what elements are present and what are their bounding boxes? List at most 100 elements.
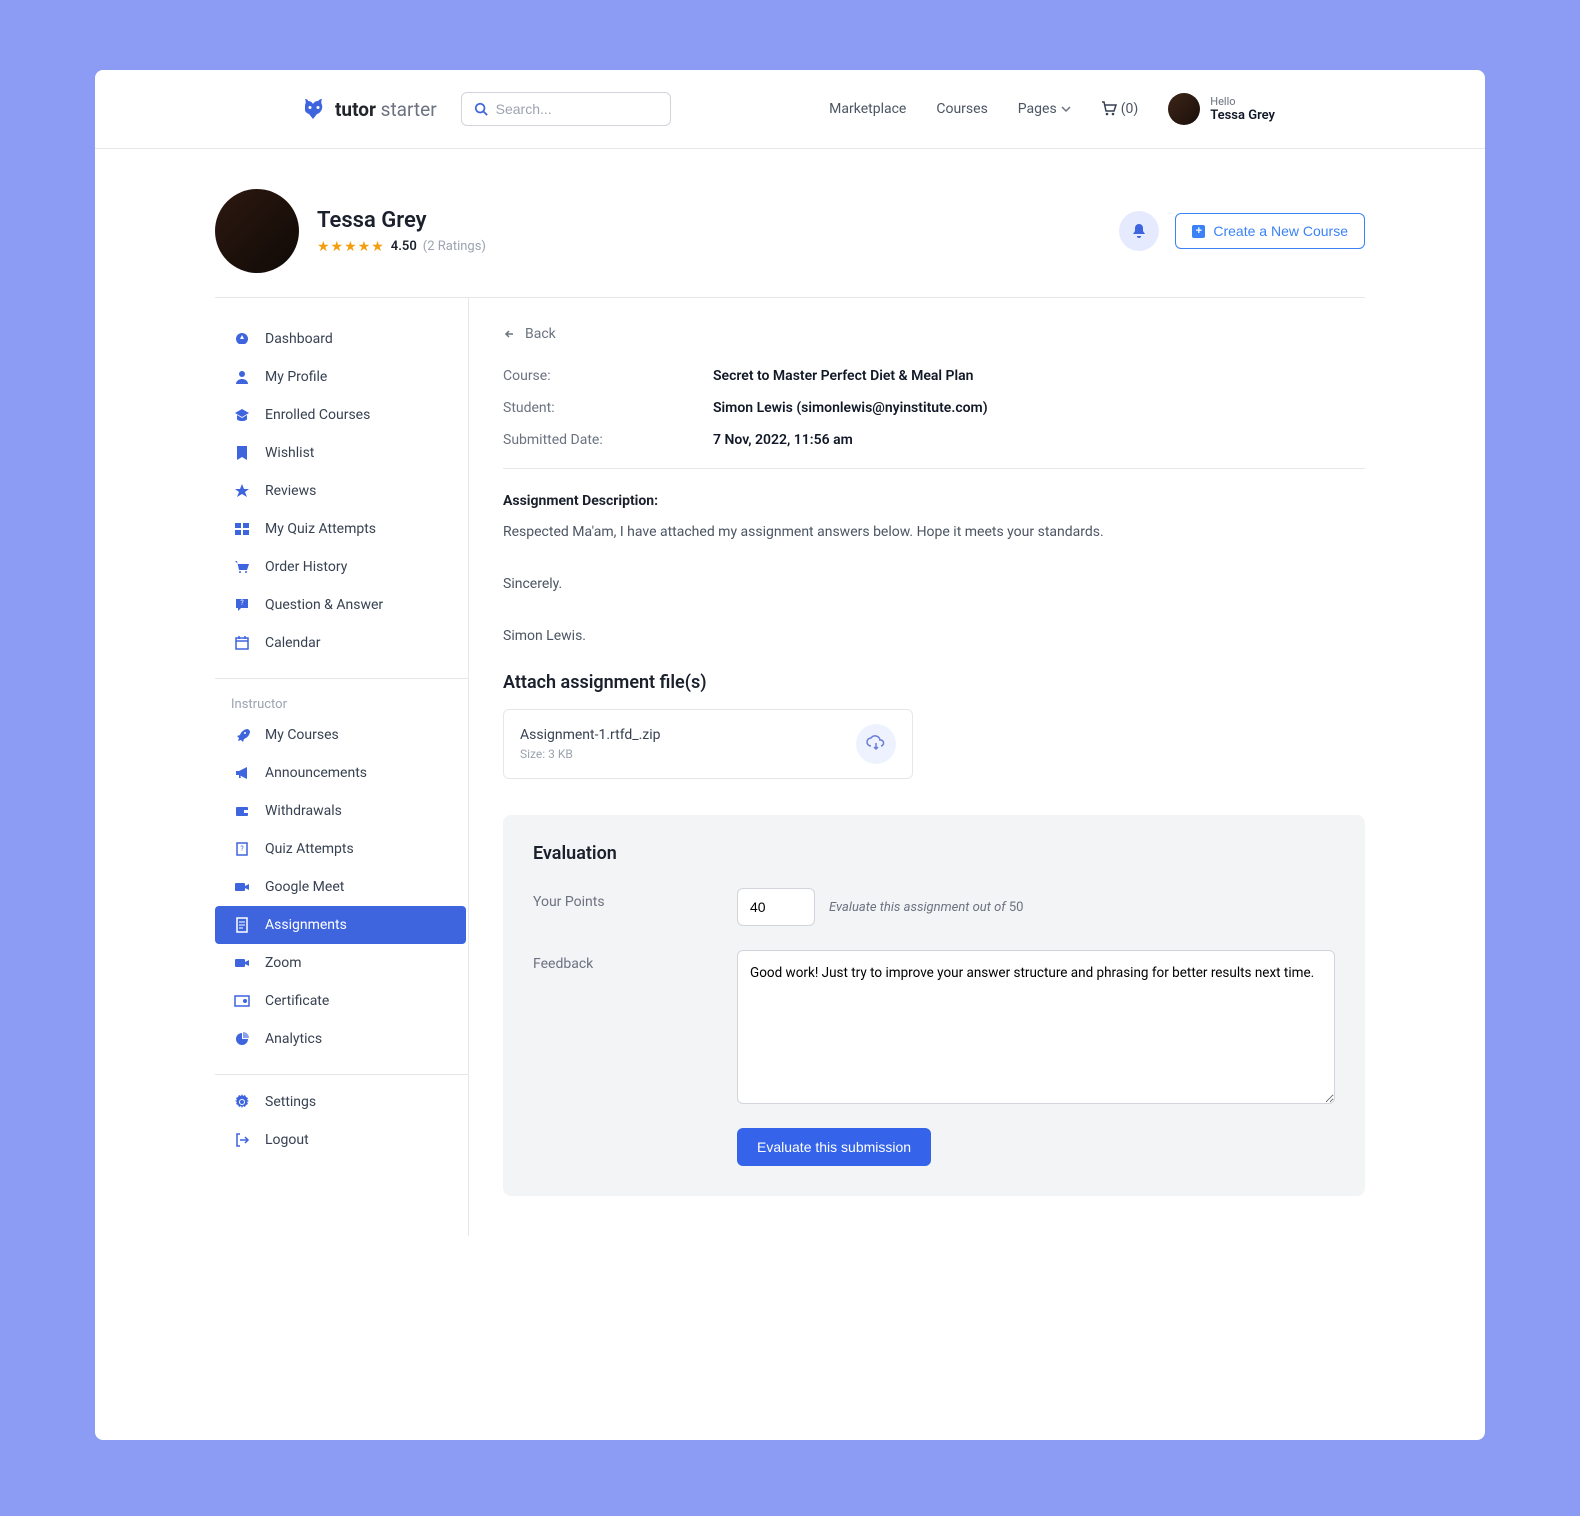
notifications-button[interactable] <box>1119 211 1159 251</box>
calendar-icon <box>233 634 251 652</box>
sidebar-item-calendar[interactable]: Calendar <box>215 624 468 662</box>
sidebar-item-label: Order History <box>265 559 347 575</box>
nav-cart[interactable]: (0) <box>1101 101 1139 117</box>
arrow-left-icon <box>503 327 517 341</box>
sidebar-instructor: Instructor My Courses Announcements With… <box>215 678 468 1066</box>
sidebar-item-settings[interactable]: Settings <box>215 1083 468 1121</box>
sidebar-item-reviews[interactable]: Reviews <box>215 472 468 510</box>
rating-value: 4.50 <box>391 239 417 254</box>
sidebar-item-label: My Profile <box>265 369 327 385</box>
rating-row: ★★★★★ 4.50 (2 Ratings) <box>317 239 486 255</box>
points-label: Your Points <box>533 888 737 926</box>
header-actions: + Create a New Course <box>1119 211 1365 251</box>
sidebar-item-withdrawals[interactable]: Withdrawals <box>215 792 468 830</box>
assignment-icon <box>233 916 251 934</box>
cart-icon <box>1101 101 1117 117</box>
sidebar-item-label: Calendar <box>265 635 321 651</box>
sidebar-item-dashboard[interactable]: Dashboard <box>215 320 468 358</box>
sidebar-item-label: Analytics <box>265 1031 322 1047</box>
logout-icon <box>233 1131 251 1149</box>
video-icon <box>233 954 251 972</box>
owl-icon <box>305 99 329 119</box>
nav-pages[interactable]: Pages <box>1018 101 1071 117</box>
sidebar-item-label: My Courses <box>265 727 339 743</box>
download-button[interactable] <box>856 724 896 764</box>
file-info: Assignment-1.rtfd_.zip Size: 3 KB <box>520 727 661 761</box>
sidebar-item-quiz[interactable]: ?Quiz Attempts <box>215 830 468 868</box>
sidebar-item-announcements[interactable]: Announcements <box>215 754 468 792</box>
certificate-icon <box>233 992 251 1010</box>
evaluate-submit-button[interactable]: Evaluate this submission <box>737 1128 931 1166</box>
points-row: Your Points Evaluate this assignment out… <box>533 888 1335 926</box>
bookmark-icon <box>233 444 251 462</box>
sidebar-item-label: Enrolled Courses <box>265 407 370 423</box>
sidebar-item-label: Withdrawals <box>265 803 342 819</box>
sidebar-main: Dashboard My Profile Enrolled Courses Wi… <box>215 312 468 670</box>
user-area[interactable]: Hello Tessa Grey <box>1168 93 1275 125</box>
meta-value: Secret to Master Perfect Diet & Meal Pla… <box>713 368 974 384</box>
sidebar-item-my-courses[interactable]: My Courses <box>215 716 468 754</box>
divider <box>503 468 1365 469</box>
sidebar-item-wishlist[interactable]: Wishlist <box>215 434 468 472</box>
nav-pages-label: Pages <box>1018 101 1057 117</box>
sidebar-item-label: Assignments <box>265 917 347 933</box>
sidebar-item-google-meet[interactable]: Google Meet <box>215 868 468 906</box>
sidebar-item-assignments[interactable]: Assignments <box>215 906 466 944</box>
file-name: Assignment-1.rtfd_.zip <box>520 727 661 743</box>
sidebar-heading-instructor: Instructor <box>215 687 468 716</box>
clipboard-icon: ? <box>233 840 251 858</box>
sidebar-item-label: Zoom <box>265 955 302 971</box>
search-icon <box>474 102 488 116</box>
meta-value: 7 Nov, 2022, 11:56 am <box>713 432 853 448</box>
evaluation-title: Evaluation <box>533 843 1335 864</box>
sidebar-item-profile[interactable]: My Profile <box>215 358 468 396</box>
video-icon <box>233 878 251 896</box>
logo[interactable]: tutor starter <box>305 98 437 121</box>
gear-icon <box>233 1093 251 1111</box>
stars-icon: ★★★★★ <box>317 239 385 255</box>
create-course-label: Create a New Course <box>1213 223 1348 239</box>
nav-marketplace[interactable]: Marketplace <box>829 101 906 117</box>
search-input[interactable] <box>496 101 658 117</box>
app-container: tutor starter Marketplace Courses Pages … <box>95 70 1485 1440</box>
meta-value: Simon Lewis (simonlewis@nyinstitute.com) <box>713 400 988 416</box>
sidebar-item-qa[interactable]: ?Question & Answer <box>215 586 468 624</box>
topnav: Marketplace Courses Pages (0) Hello Tess… <box>829 93 1275 125</box>
nav-courses[interactable]: Courses <box>936 101 987 117</box>
create-course-button[interactable]: + Create a New Course <box>1175 213 1365 249</box>
hint-max: 50 <box>1009 900 1024 915</box>
back-link[interactable]: Back <box>503 326 1365 342</box>
sidebar-item-label: Wishlist <box>265 445 314 461</box>
user-text: Hello Tessa Grey <box>1210 95 1275 123</box>
search-box[interactable] <box>461 92 671 126</box>
sidebar-item-zoom[interactable]: Zoom <box>215 944 468 982</box>
dashboard-icon <box>233 330 251 348</box>
description-closing: Sincerely. <box>503 573 1365 597</box>
sidebar-item-logout[interactable]: Logout <box>215 1121 468 1159</box>
points-input[interactable] <box>737 888 815 926</box>
meta-label: Course: <box>503 368 713 384</box>
profile-header: Tessa Grey ★★★★★ 4.50 (2 Ratings) + Crea… <box>215 149 1365 298</box>
description-body: Respected Ma'am, I have attached my assi… <box>503 521 1365 545</box>
meta-student: Student: Simon Lewis (simonlewis@nyinsti… <box>503 400 1365 416</box>
cart-count: (0) <box>1121 101 1139 117</box>
svg-text:?: ? <box>240 845 244 853</box>
sidebar-item-orders[interactable]: Order History <box>215 548 468 586</box>
logo-text: tutor starter <box>335 98 437 121</box>
feedback-textarea[interactable] <box>737 950 1335 1104</box>
sidebar-item-enrolled[interactable]: Enrolled Courses <box>215 396 468 434</box>
rocket-icon <box>233 726 251 744</box>
sidebar-item-label: Settings <box>265 1094 316 1110</box>
topbar: tutor starter Marketplace Courses Pages … <box>95 70 1485 149</box>
cloud-download-icon <box>866 734 886 754</box>
sidebar-item-analytics[interactable]: Analytics <box>215 1020 468 1058</box>
main-wrap: Tessa Grey ★★★★★ 4.50 (2 Ratings) + Crea… <box>95 149 1485 1236</box>
rating-count: (2 Ratings) <box>423 239 486 254</box>
bell-icon <box>1131 223 1147 239</box>
sidebar-item-label: Reviews <box>265 483 316 499</box>
quiz-icon <box>233 520 251 538</box>
meta-course: Course: Secret to Master Perfect Diet & … <box>503 368 1365 384</box>
sidebar-item-quiz-attempts[interactable]: My Quiz Attempts <box>215 510 468 548</box>
sidebar-item-certificate[interactable]: Certificate <box>215 982 468 1020</box>
user-meta: Tessa Grey ★★★★★ 4.50 (2 Ratings) <box>317 208 486 255</box>
